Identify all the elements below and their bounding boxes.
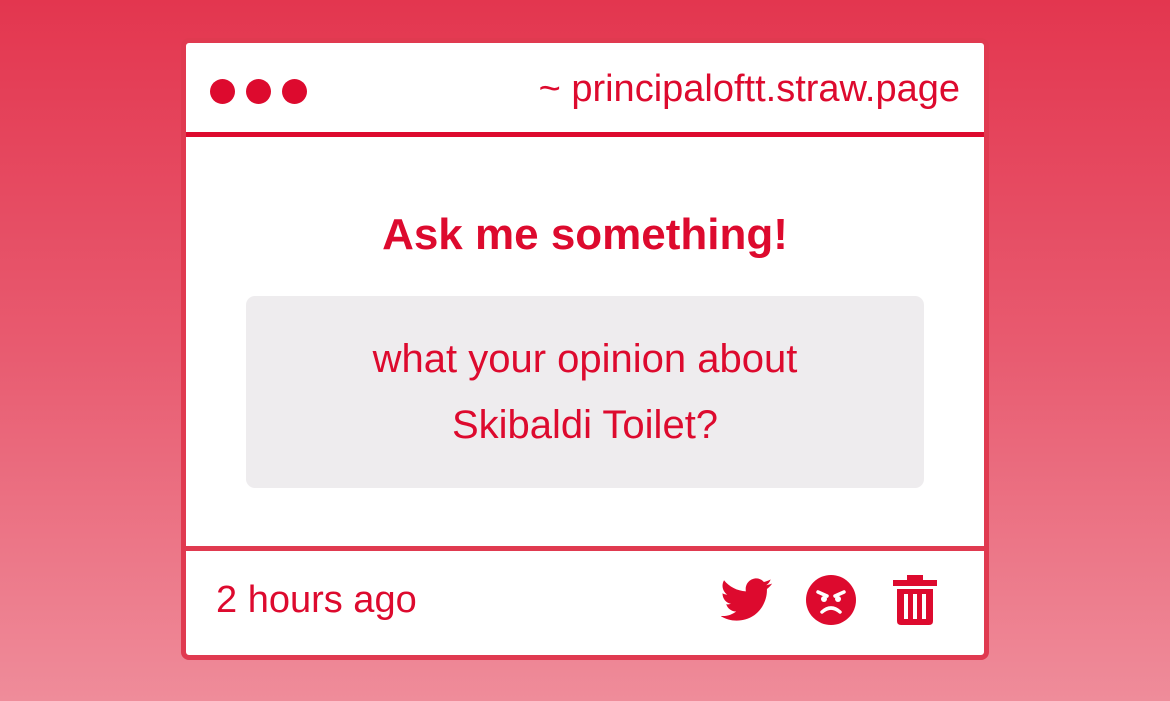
page-url[interactable]: ~ principaloftt.straw.page xyxy=(539,67,960,111)
action-bar xyxy=(720,573,942,627)
window-dot-1 xyxy=(210,79,235,104)
twitter-icon xyxy=(721,578,773,621)
window-dot-3 xyxy=(282,79,307,104)
report-button[interactable] xyxy=(804,573,858,627)
card-footer: 2 hours ago xyxy=(186,546,984,655)
question-card: ~ principaloftt.straw.page Ask me someth… xyxy=(181,38,989,660)
question-box: what your opinion about Skibaldi Toilet? xyxy=(246,296,924,488)
delete-button[interactable] xyxy=(888,573,942,627)
question-text: what your opinion about Skibaldi Toilet? xyxy=(372,337,798,447)
window-dot-2 xyxy=(246,79,271,104)
angry-face-icon xyxy=(806,575,856,625)
trash-icon xyxy=(893,575,937,625)
timestamp: 2 hours ago xyxy=(216,579,417,621)
share-twitter-button[interactable] xyxy=(720,573,774,627)
window-titlebar: ~ principaloftt.straw.page xyxy=(186,43,984,137)
page-title: Ask me something! xyxy=(382,210,788,259)
window-controls xyxy=(210,79,307,104)
